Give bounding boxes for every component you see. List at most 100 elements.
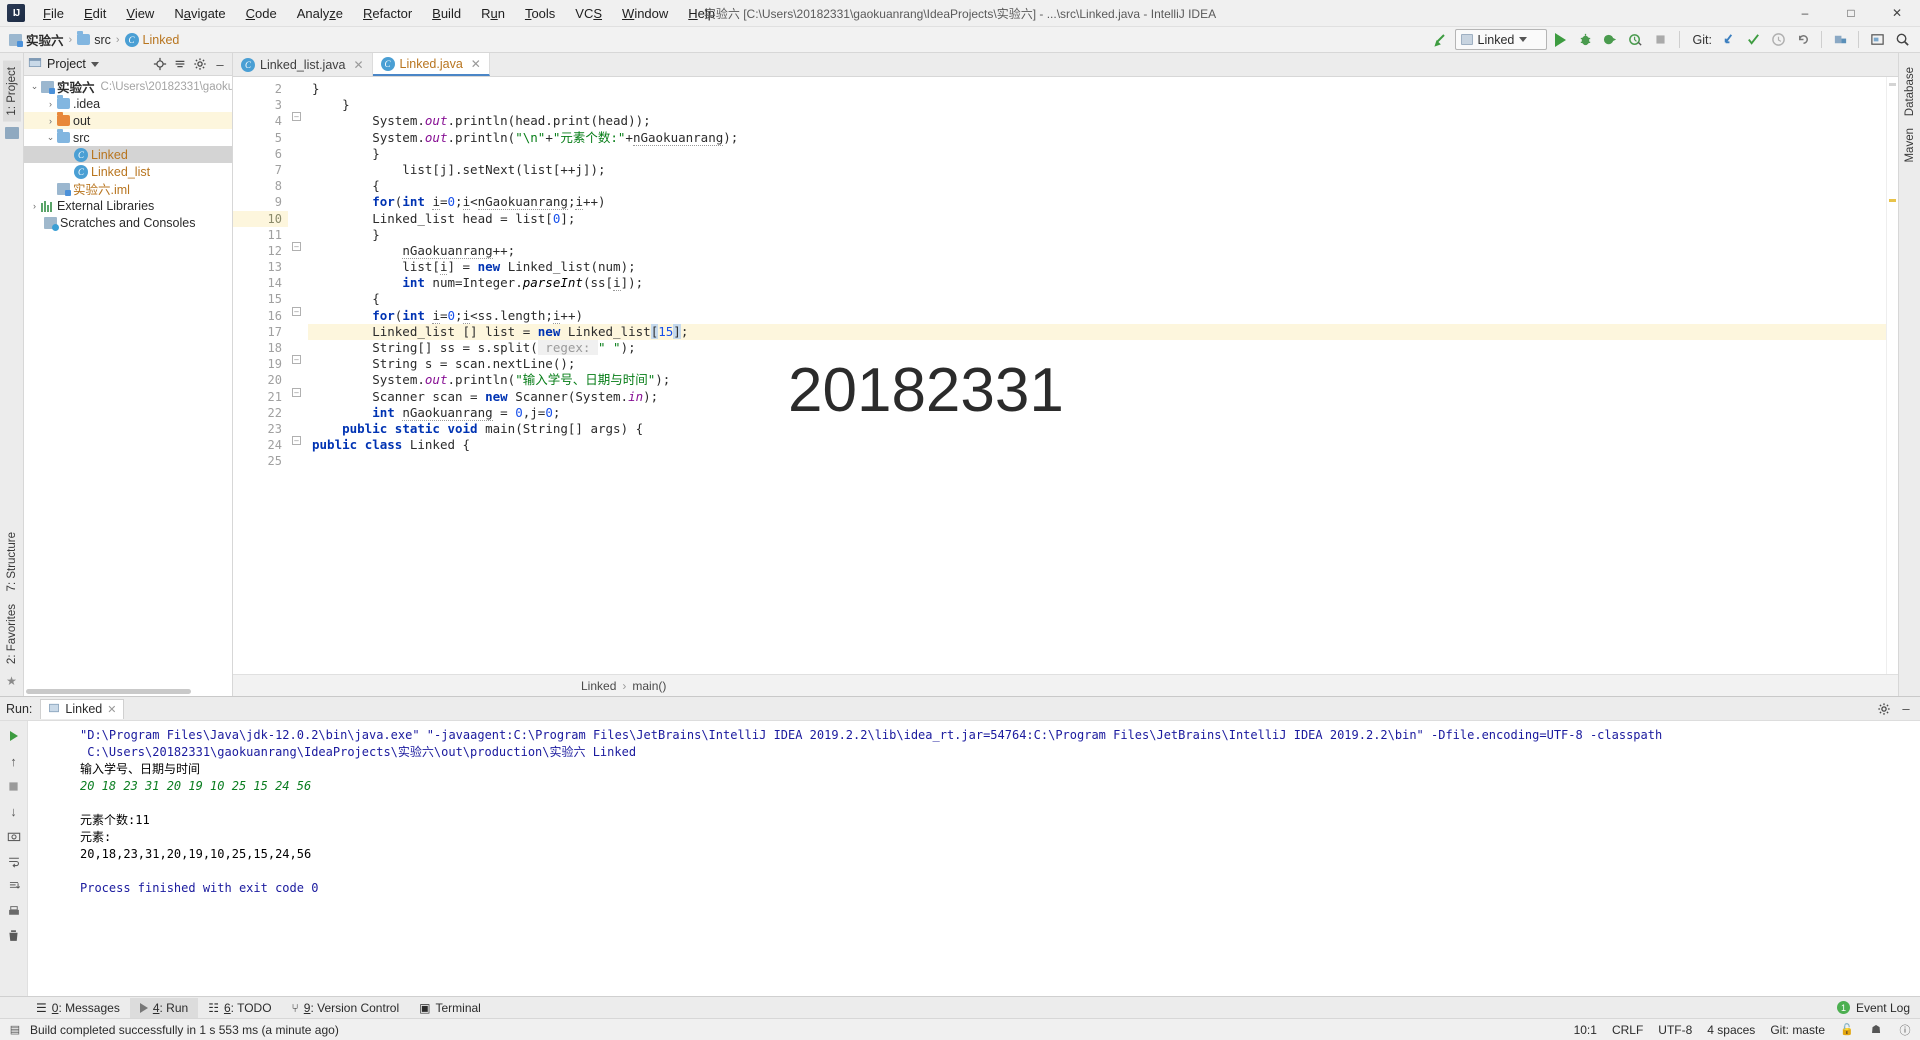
breadcrumb-item-project[interactable]: 实验六 xyxy=(6,30,67,49)
line-number[interactable]: 21 xyxy=(233,389,288,405)
breadcrumb-method[interactable]: main() xyxy=(632,679,666,693)
code-line[interactable]: public static void main(String[] args) { xyxy=(308,421,1886,437)
line-number[interactable]: 4 xyxy=(233,113,299,129)
close-icon[interactable]: ✕ xyxy=(353,58,363,72)
tree-item-project-root[interactable]: ⌄ 实验六 C:\Users\20182331\gaokuanrang xyxy=(24,78,232,95)
event-log-label[interactable]: Event Log xyxy=(1856,1001,1910,1015)
event-log-area[interactable]: 1 Event Log xyxy=(1836,1001,1920,1015)
breadcrumb-item-src[interactable]: src xyxy=(74,31,114,47)
chevron-right-icon[interactable]: › xyxy=(28,201,41,211)
code-line[interactable]: for(int i=0;i<nGaokuanrang;i++) xyxy=(308,194,1886,211)
editor-marker-stripe[interactable] xyxy=(1886,77,1898,674)
sidebar-tab-database[interactable]: Database xyxy=(1901,61,1919,122)
line-number[interactable]: 12 xyxy=(233,243,288,259)
tree-item-iml[interactable]: 实验六.iml xyxy=(24,180,232,197)
chevron-down-icon[interactable]: ⌄ xyxy=(44,132,57,143)
tree-item-linked-list[interactable]: C Linked_list xyxy=(24,163,232,180)
code-line[interactable]: Linked_list [] list = new Linked_list[15… xyxy=(308,323,1886,340)
line-number[interactable]: 5 xyxy=(233,130,288,146)
code-line[interactable]: System.out.println(head.print(head)); xyxy=(308,113,1886,129)
code-line[interactable]: Scanner scan = new Scanner(System.in); xyxy=(308,389,1886,405)
line-number[interactable]: 2 xyxy=(233,81,288,97)
settings-icon[interactable] xyxy=(1829,29,1851,50)
console-output[interactable]: "D:\Program Files\Java\jdk-12.0.2\bin\ja… xyxy=(28,721,1920,996)
tab-run[interactable]: 4: Run xyxy=(129,997,199,1018)
line-number[interactable]: 19 xyxy=(233,356,288,372)
code-line[interactable]: } xyxy=(308,97,1886,113)
line-number[interactable]: 6 xyxy=(233,146,288,162)
code-line[interactable]: } xyxy=(308,146,1886,162)
print-icon[interactable] xyxy=(5,902,23,920)
sidebar-tab-structure[interactable]: 7: Structure xyxy=(3,526,21,597)
line-number[interactable]: 14 xyxy=(233,275,288,291)
tab-messages[interactable]: ☰ 0: Messages xyxy=(26,998,130,1018)
code-line[interactable]: list[i] = new Linked_list(num); xyxy=(308,259,1886,276)
menu-navigate[interactable]: Navigate xyxy=(164,2,235,25)
menu-vcs[interactable]: VCS xyxy=(565,2,612,25)
menu-code[interactable]: Code xyxy=(236,2,287,25)
hide-icon[interactable]: – xyxy=(212,56,228,72)
menu-run[interactable]: Run xyxy=(471,2,515,25)
soft-wrap-icon[interactable] xyxy=(5,852,23,870)
history-icon[interactable] xyxy=(1767,29,1789,50)
debug-icon[interactable] xyxy=(1575,29,1597,50)
code-line[interactable]: public class Linked { xyxy=(308,437,1886,453)
search-everywhere-icon[interactable] xyxy=(1891,29,1913,50)
build-icon[interactable] xyxy=(1430,29,1452,50)
tab-linked-java[interactable]: C Linked.java ✕ xyxy=(372,53,490,76)
tree-item-out[interactable]: › out xyxy=(24,112,232,129)
line-number[interactable]: 18 xyxy=(233,340,288,356)
menu-refactor[interactable]: Refactor xyxy=(353,2,422,25)
code-line[interactable]: } xyxy=(308,227,1886,243)
code-line[interactable]: int num=Integer.parseInt(ss[i]); xyxy=(308,275,1886,292)
menu-edit[interactable]: Edit xyxy=(74,2,116,25)
caret-position[interactable]: 10:1 xyxy=(1574,1023,1597,1037)
tree-item-external-libraries[interactable]: › External Libraries xyxy=(24,197,232,214)
line-number[interactable]: 7 xyxy=(233,162,288,178)
code-line[interactable]: String[] ss = s.split( regex: " "); xyxy=(308,340,1886,356)
scroll-to-end-icon[interactable] xyxy=(5,877,23,895)
fold-gutter[interactable]: – – – – – – xyxy=(288,77,308,674)
fold-toggle-icon[interactable]: – xyxy=(292,241,301,251)
run-tab-linked[interactable]: Linked ✕ xyxy=(40,698,125,719)
sidebar-tab-project[interactable]: 1: Project xyxy=(2,61,21,122)
line-number[interactable]: 16 xyxy=(233,308,288,324)
rerun-icon[interactable] xyxy=(5,727,23,745)
tab-todo[interactable]: ☷ 6: TODO xyxy=(198,998,281,1018)
collapse-all-icon[interactable] xyxy=(172,56,188,72)
code-line[interactable]: int nGaokuanrang = 0,j=0; xyxy=(308,404,1886,421)
code-line[interactable]: String s = scan.nextLine(); xyxy=(308,356,1886,372)
code-content[interactable]: } } System.out.println(head.print(head))… xyxy=(308,77,1886,674)
menu-file[interactable]: File xyxy=(33,2,74,25)
code-line[interactable]: System.out.println("\n"+"元素个数:"+nGaokuan… xyxy=(308,129,1886,146)
menu-window[interactable]: Window xyxy=(612,2,678,25)
tab-terminal[interactable]: ▣ Terminal xyxy=(409,998,491,1018)
stop-icon[interactable] xyxy=(1650,29,1672,50)
camera-icon[interactable] xyxy=(5,827,23,845)
file-encoding[interactable]: UTF-8 xyxy=(1658,1023,1692,1037)
lock-icon[interactable]: 🔓 xyxy=(1840,1023,1854,1037)
inspections-icon[interactable]: ☗ xyxy=(1869,1023,1883,1037)
run-icon[interactable] xyxy=(1550,29,1572,50)
close-icon[interactable]: ✕ xyxy=(471,57,481,71)
fold-toggle-icon[interactable]: – xyxy=(292,112,301,122)
line-number-gutter[interactable]: 2 3 4 5 6 7 8 9 10 11 12 13 14 15 16 17 18 19 20 21 22 23 24 25 xyxy=(233,77,299,674)
line-number[interactable]: 17 xyxy=(233,324,288,340)
run-configuration-selector[interactable]: Linked xyxy=(1454,29,1547,50)
chevron-right-icon[interactable]: › xyxy=(44,99,57,109)
minimize-button[interactable]: – xyxy=(1782,0,1828,27)
code-line[interactable]: } xyxy=(308,81,1886,97)
code-line[interactable]: for(int i=0;i<ss.length;i++) xyxy=(308,307,1886,324)
code-line[interactable]: nGaokuanrang++; xyxy=(308,242,1886,259)
breadcrumb-class[interactable]: Linked xyxy=(581,679,616,693)
code-line[interactable] xyxy=(308,453,1886,469)
gear-icon[interactable] xyxy=(1876,701,1892,717)
clear-all-icon[interactable] xyxy=(5,927,23,945)
chevron-right-icon[interactable]: › xyxy=(44,116,57,126)
tree-item-scratches[interactable]: Scratches and Consoles xyxy=(24,214,232,231)
fold-toggle-icon[interactable]: – xyxy=(292,306,301,316)
minimize-icon[interactable]: – xyxy=(1898,701,1914,717)
fold-toggle-icon[interactable]: – xyxy=(292,355,301,365)
code-line[interactable]: list[j].setNext(list[++j]); xyxy=(308,162,1886,178)
stop-icon[interactable] xyxy=(5,777,23,795)
